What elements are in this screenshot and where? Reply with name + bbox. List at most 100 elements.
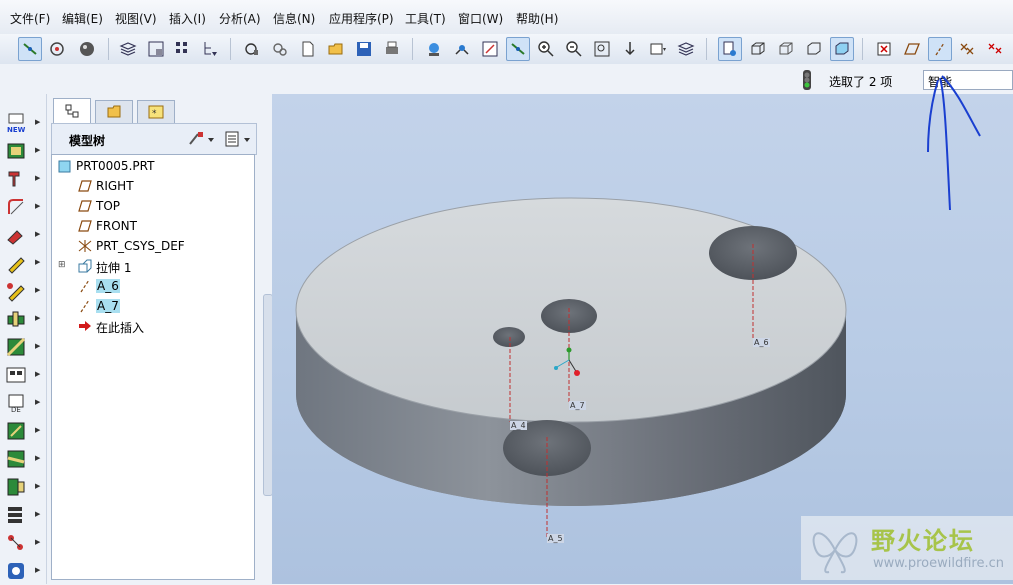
style-button[interactable]: ▶	[5, 560, 40, 582]
spin-center-icon	[50, 42, 64, 56]
tree-item-label: PRT0005.PRT	[76, 159, 155, 173]
round-button[interactable]: ▶	[5, 196, 40, 218]
menu-insert[interactable]: 插入(I)	[169, 10, 206, 27]
menu-analysis[interactable]: 分析(A)	[219, 10, 261, 27]
menu-tools[interactable]: 工具(T)	[405, 10, 446, 27]
close-window-button[interactable]	[872, 37, 896, 61]
new-file-button[interactable]	[296, 37, 320, 61]
axis-label-a6[interactable]: A_6	[753, 338, 770, 347]
reorient-button[interactable]	[618, 37, 642, 61]
refit-button[interactable]	[590, 37, 614, 61]
thicken-button[interactable]: ▶	[5, 504, 40, 526]
save-button[interactable]	[352, 37, 376, 61]
folder-browser-icon	[107, 105, 121, 118]
orient-mode-button[interactable]	[478, 37, 502, 61]
tree-columns-icon[interactable]	[224, 130, 252, 148]
axis-label-a4[interactable]: A_4	[510, 421, 527, 430]
offset-icon	[7, 478, 25, 496]
tree-filter-button[interactable]	[198, 37, 222, 61]
graphics-viewport[interactable]: A_6 A_7 A_4 A_5 野火论坛 www.proewildfire.cn	[272, 94, 1013, 584]
layer-tree-button[interactable]	[674, 37, 698, 61]
tab-folder-browser[interactable]	[95, 100, 133, 124]
spin-center-button[interactable]	[450, 37, 474, 61]
datum-planes-toggle[interactable]	[900, 37, 924, 61]
sphere-icon	[80, 42, 94, 56]
menu-info[interactable]: 信息(N)	[273, 10, 315, 27]
offset-button[interactable]: ▶	[5, 476, 40, 498]
draft-button[interactable]: ▶	[5, 252, 40, 274]
hole-button[interactable]: ▶	[5, 168, 40, 190]
find-button[interactable]	[268, 37, 292, 61]
print-button[interactable]	[380, 37, 404, 61]
chamfer-button[interactable]: ▶	[5, 224, 40, 246]
toolbar-separator	[108, 38, 109, 60]
shell-button[interactable]: ▶	[5, 280, 40, 302]
shaded-view-button[interactable]	[718, 37, 742, 61]
selection-filter-value: 智能	[928, 75, 953, 89]
menu-help[interactable]: 帮助(H)	[516, 10, 558, 27]
tab-favorites[interactable]: *	[137, 100, 175, 124]
pan-button[interactable]	[506, 37, 530, 61]
menu-window[interactable]: 窗口(W)	[458, 10, 503, 27]
selection-filter-select[interactable]: 智能	[923, 70, 1013, 90]
hidden-line-cube-icon	[779, 42, 793, 55]
shading-mode-button[interactable]	[830, 37, 854, 61]
datum-plane-icon	[904, 43, 920, 55]
grid-icon	[176, 42, 187, 53]
view-manager-button[interactable]	[144, 37, 168, 61]
forum-watermark: 野火论坛 www.proewildfire.cn	[801, 516, 1013, 580]
model-display-button[interactable]	[170, 37, 194, 61]
saved-views-button[interactable]	[646, 37, 670, 61]
extrude-button[interactable]: ▶	[5, 140, 40, 162]
expand-plus-icon[interactable]: ⊞	[58, 260, 66, 270]
menu-applications[interactable]: 应用程序(P)	[329, 10, 394, 27]
csys-toggle[interactable]	[983, 37, 1007, 61]
no-hidden-button[interactable]	[802, 37, 826, 61]
mirror-button[interactable]: DE ▶	[5, 392, 40, 414]
zoom-out-button[interactable]	[562, 37, 586, 61]
chevron-right-icon: ▶	[35, 286, 41, 294]
shading-button[interactable]	[75, 37, 99, 61]
orient-mode-icon	[482, 41, 498, 57]
copy-button[interactable]: ▶	[5, 364, 40, 386]
chevron-right-icon: ▶	[35, 146, 41, 154]
tree-item-label: 在此插入	[96, 321, 145, 335]
zoom-in-button[interactable]	[534, 37, 558, 61]
tree-settings-icon[interactable]	[188, 130, 216, 148]
rib-button[interactable]: ▶	[5, 308, 40, 330]
layers-button[interactable]	[116, 37, 140, 61]
menu-view[interactable]: 视图(V)	[115, 10, 157, 27]
tree-item-extrude[interactable]: ⊞ 拉伸 1	[58, 257, 238, 275]
open-file-button[interactable]	[324, 37, 348, 61]
svg-text:NEW: NEW	[7, 126, 26, 134]
view-manager-icon	[148, 41, 164, 57]
chevron-right-icon: ▶	[35, 370, 41, 378]
tree-filter-icon	[204, 42, 217, 56]
hidden-line-button[interactable]	[774, 37, 798, 61]
refit-icon	[594, 41, 610, 57]
pattern-button[interactable]: ▶	[5, 336, 40, 358]
regenerate-button[interactable]	[240, 37, 264, 61]
axis-label-a7[interactable]: A_7	[569, 401, 586, 410]
main-toolbar	[0, 34, 1013, 65]
menu-edit[interactable]: 编辑(E)	[62, 10, 103, 27]
wireframe-button[interactable]	[746, 37, 770, 61]
csys-icon	[988, 43, 1002, 54]
mirror-icon: DE	[8, 394, 24, 414]
orient-button[interactable]	[45, 37, 69, 61]
new-feature-button[interactable]: NEW ▶	[5, 112, 40, 134]
new-feature-icon: NEW	[7, 113, 26, 134]
axis-label-a5[interactable]: A_5	[547, 534, 564, 543]
toolbar-separator	[412, 38, 413, 60]
menu-file[interactable]: 文件(F)	[10, 10, 50, 27]
datum-points-toggle[interactable]	[955, 37, 979, 61]
merge-button[interactable]: ▶	[5, 420, 40, 442]
repaint-button[interactable]	[422, 37, 446, 61]
tab-model-tree[interactable]	[53, 98, 91, 123]
save-icon	[357, 42, 371, 56]
trim-button[interactable]: ▶	[5, 448, 40, 470]
status-bar: 选取了 2 项 智能	[0, 64, 1013, 95]
datum-axes-toggle[interactable]	[928, 37, 952, 61]
datum-display-button[interactable]	[18, 37, 42, 61]
sketch-button[interactable]: ▶	[5, 532, 40, 554]
